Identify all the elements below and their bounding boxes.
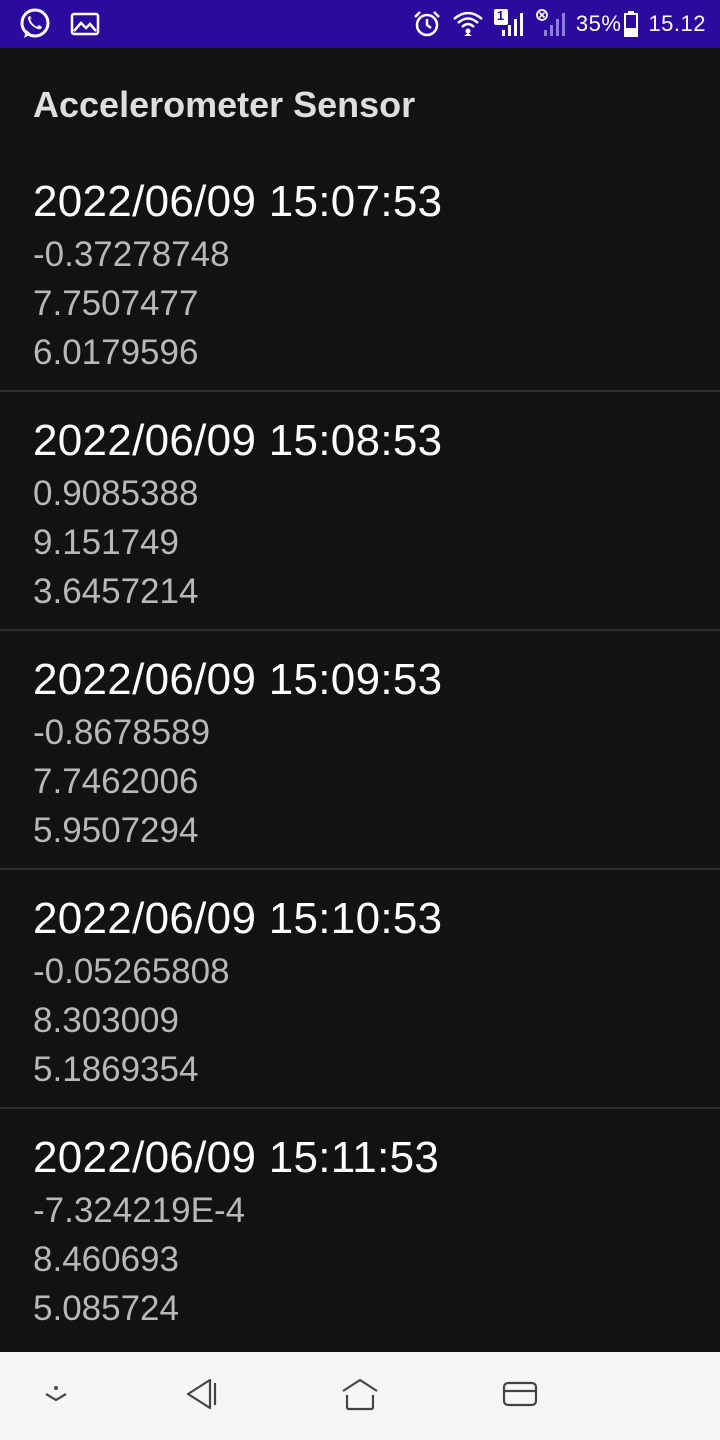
reading-y-value: 8.460693 — [33, 1240, 179, 1279]
back-icon — [183, 1377, 217, 1416]
reading-z-value: 5.1869354 — [33, 1050, 199, 1089]
reading-x-value: 0.9085388 — [33, 474, 199, 513]
list-item[interactable]: 2022/06/09 15:07:53 -0.37278748 7.750747… — [0, 153, 720, 392]
back-button[interactable] — [178, 1374, 222, 1418]
home-button[interactable] — [338, 1374, 382, 1418]
reading-timestamp: 2022/06/09 15:07:53 — [33, 177, 443, 226]
reading-timestamp: 2022/06/09 15:08:53 — [33, 416, 443, 465]
hide-nav-icon — [42, 1384, 70, 1409]
clock: 15.12 — [648, 11, 706, 36]
reading-x-value: -0.8678589 — [33, 713, 211, 752]
signal-sim1-icon: 1 — [493, 8, 526, 39]
reading-timestamp: 2022/06/09 15:10:53 — [33, 894, 443, 943]
home-icon — [340, 1377, 380, 1416]
page-title: Accelerometer Sensor — [33, 84, 416, 125]
reading-timestamp: 2022/06/09 15:11:53 — [33, 1133, 440, 1182]
whatsapp-icon — [18, 7, 52, 41]
alarm-icon — [412, 9, 442, 39]
wifi-icon — [452, 9, 484, 39]
recents-button[interactable] — [498, 1374, 542, 1418]
reading-z-value: 3.6457214 — [33, 572, 199, 611]
battery-percent: 35% — [575, 11, 622, 36]
reading-timestamp: 2022/06/09 15:09:53 — [33, 655, 443, 704]
reading-z-value: 5.085724 — [33, 1289, 179, 1328]
status-bar: 1 35% 15.12 — [0, 0, 720, 48]
reading-y-value: 7.7507477 — [33, 284, 199, 323]
list-item[interactable]: 2022/06/09 15:08:53 0.9085388 9.151749 3… — [0, 392, 720, 631]
signal-sim2-disabled-icon — [535, 9, 566, 39]
reading-y-value: 7.7462006 — [33, 762, 199, 801]
recents-icon — [502, 1379, 538, 1414]
readings-list[interactable]: 2022/06/09 15:07:53 -0.37278748 7.750747… — [0, 153, 720, 1348]
reading-y-value: 8.303009 — [33, 1001, 179, 1040]
list-item[interactable]: 2022/06/09 15:11:53 -7.324219E-4 8.46069… — [0, 1109, 720, 1348]
hide-nav-button[interactable] — [34, 1374, 78, 1418]
reading-x-value: -0.37278748 — [33, 235, 230, 274]
reading-z-value: 5.9507294 — [33, 811, 199, 850]
gallery-icon — [70, 11, 100, 37]
battery-icon — [624, 11, 639, 37]
reading-x-value: -0.05265808 — [33, 952, 230, 991]
list-item[interactable]: 2022/06/09 15:10:53 -0.05265808 8.303009… — [0, 870, 720, 1109]
reading-y-value: 9.151749 — [33, 523, 179, 562]
reading-x-value: -7.324219E-4 — [33, 1191, 246, 1230]
list-item[interactable]: 2022/06/09 15:09:53 -0.8678589 7.7462006… — [0, 631, 720, 870]
reading-z-value: 6.0179596 — [33, 333, 199, 372]
navigation-bar — [0, 1352, 720, 1440]
sim-badge: 1 — [496, 8, 505, 23]
